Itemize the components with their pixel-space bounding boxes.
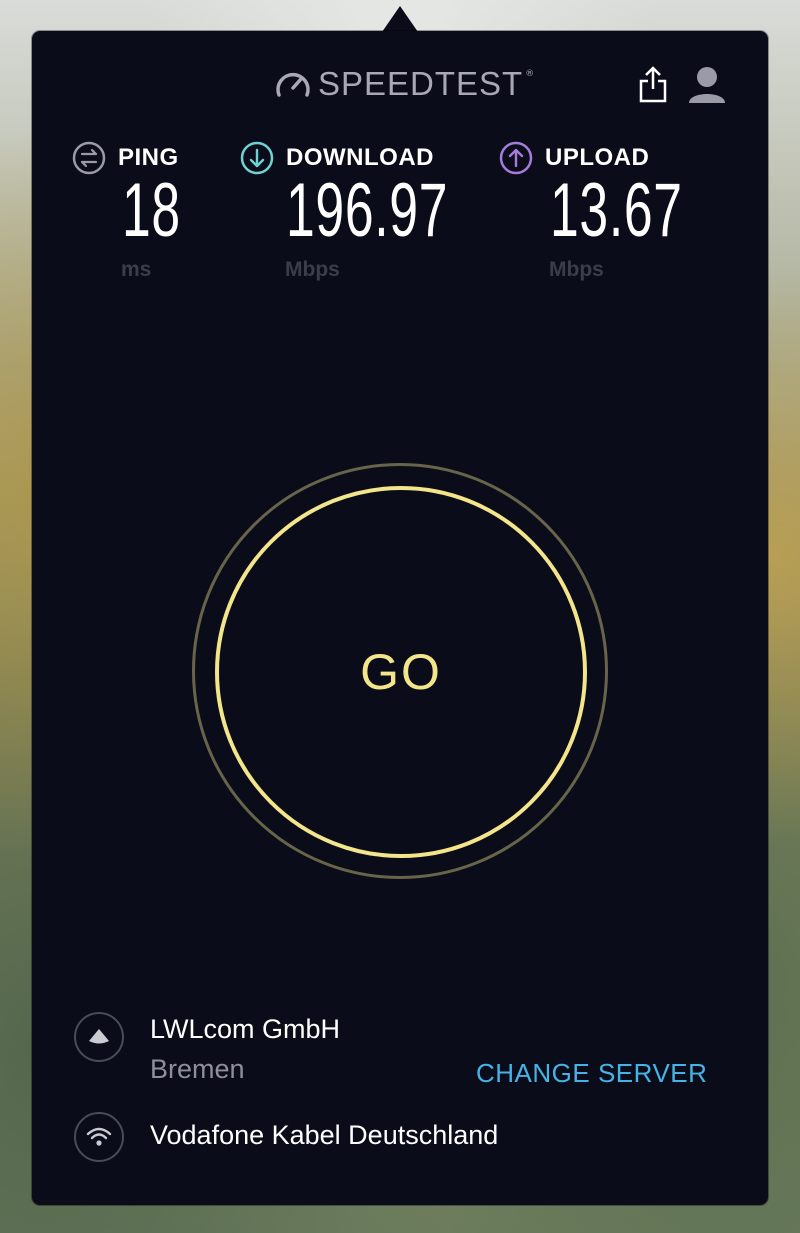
share-icon xyxy=(639,66,667,103)
speedtest-logo: SPEEDTEST ® xyxy=(274,65,534,103)
download-icon xyxy=(240,141,274,175)
go-label: GO xyxy=(360,644,442,700)
upload-unit: Mbps xyxy=(549,258,604,281)
download-value: 196.97 xyxy=(286,168,449,253)
header: SPEEDTEST ® xyxy=(32,31,768,131)
change-server-link[interactable]: CHANGE SERVER xyxy=(476,1058,707,1089)
profile-button[interactable] xyxy=(687,66,727,104)
user-icon xyxy=(689,67,725,103)
upload-value: 13.67 xyxy=(550,168,683,253)
share-button[interactable] xyxy=(638,65,668,105)
ping-icon xyxy=(72,141,106,175)
wifi-icon-circle xyxy=(74,1112,124,1162)
download-unit: Mbps xyxy=(285,258,340,281)
go-button-area: GO xyxy=(192,463,608,879)
server-icon xyxy=(89,1029,109,1044)
wifi-icon xyxy=(86,1127,112,1146)
upload-icon xyxy=(499,141,533,175)
isp-name: Vodafone Kabel Deutschland xyxy=(150,1120,499,1150)
server-name: LWLcom GmbH xyxy=(150,1014,341,1044)
speedtest-popover: SPEEDTEST ® PING 18 ms DOWNLOAD 196.97 M… xyxy=(32,31,768,1205)
server-city: Bremen xyxy=(150,1054,245,1084)
ping-unit: ms xyxy=(121,258,152,281)
logo-trademark: ® xyxy=(525,69,535,79)
ping-value: 18 xyxy=(122,168,181,253)
go-button[interactable]: GO xyxy=(215,486,587,858)
server-icon-circle xyxy=(74,1012,124,1062)
logo-text: SPEEDTEST xyxy=(318,65,524,102)
popover-arrow xyxy=(382,6,418,32)
gauge-icon xyxy=(276,72,310,97)
